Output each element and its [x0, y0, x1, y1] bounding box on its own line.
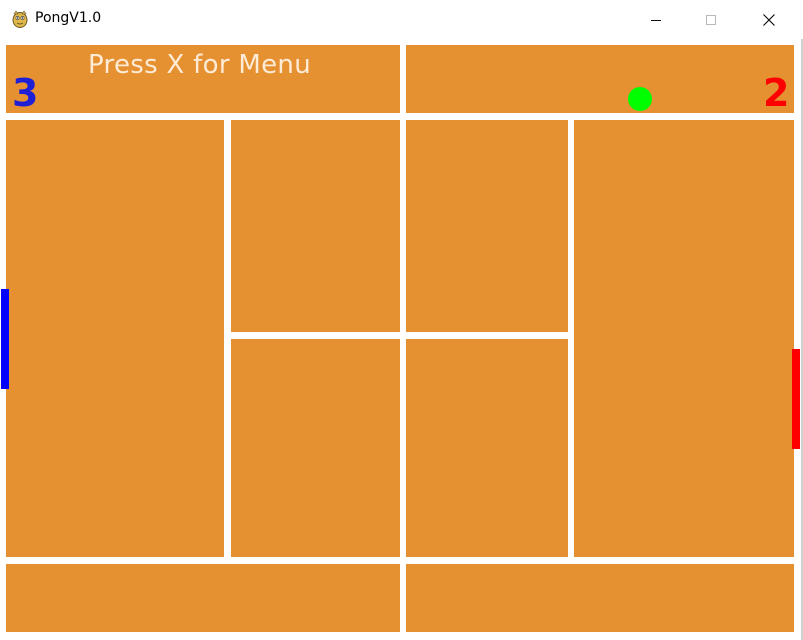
- minimize-icon: [651, 19, 661, 21]
- menu-hint: Press X for Menu: [88, 50, 311, 80]
- left-player-score: 3: [12, 71, 39, 115]
- court-right-backcourt: [574, 120, 794, 557]
- court-right-service-top: [406, 120, 568, 332]
- right-paddle: [792, 349, 800, 449]
- court-left-backcourt: [6, 120, 224, 557]
- maximize-icon: [706, 14, 716, 25]
- court-right-service-bottom: [406, 339, 568, 557]
- court-left-service-bottom: [231, 339, 400, 557]
- court-left-service-top: [231, 120, 400, 332]
- court-bottom-right: [406, 564, 794, 632]
- right-player-score: 2: [763, 71, 790, 115]
- title-bar[interactable]: PongV1.0: [0, 0, 803, 39]
- game-canvas[interactable]: Press X for Menu 3 2: [1, 39, 801, 639]
- pygame-icon: [12, 10, 28, 28]
- close-icon: [763, 13, 775, 26]
- court-bottom-left: [6, 564, 400, 632]
- ball: [628, 87, 652, 111]
- close-button[interactable]: [740, 0, 798, 39]
- left-paddle: [1, 289, 9, 389]
- minimize-button[interactable]: [627, 0, 685, 39]
- court-top-right: [406, 45, 794, 113]
- maximize-button[interactable]: [682, 0, 740, 39]
- window-title: PongV1.0: [35, 10, 102, 26]
